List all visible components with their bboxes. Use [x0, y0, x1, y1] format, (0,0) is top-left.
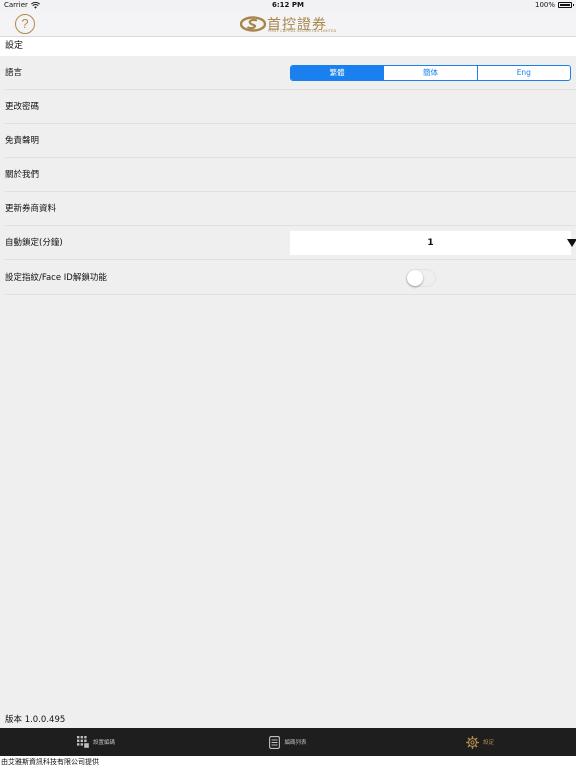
auto-lock-row: 自動鎖定(分鐘) 1	[0, 226, 576, 260]
update-broker-label: 更新券商資料	[5, 204, 57, 214]
language-row: 語言 繁體 簡体 Eng	[0, 56, 576, 90]
settings-title: 設定	[0, 37, 576, 56]
status-bar: Carrier 6:12 PM 100%	[0, 0, 576, 11]
tab-code-list-label: 編碼列表	[284, 740, 307, 746]
change-password-row[interactable]: 更改密碼	[0, 90, 576, 124]
change-password-label: 更改密碼	[5, 102, 40, 112]
disclaimer-label: 免責聲明	[5, 136, 40, 146]
tab-code-list[interactable]: 編碼列表	[192, 728, 384, 756]
disclaimer-row[interactable]: 免責聲明	[0, 124, 576, 158]
help-button[interactable]: ?	[15, 14, 35, 34]
list-icon	[269, 735, 281, 749]
footer-credit: 由艾雅斯資訊科技有限公司提供	[0, 756, 576, 768]
tab-set-code[interactable]: 設置編碼	[0, 728, 192, 756]
auto-lock-label: 自動鎖定(分鐘)	[5, 238, 63, 248]
tab-bar: 設置編碼 編碼列表 設定	[0, 728, 576, 756]
language-option-simplified[interactable]: 簡体	[383, 66, 476, 80]
about-us-row[interactable]: 關於我們	[0, 158, 576, 192]
status-time: 6:12 PM	[272, 1, 304, 9]
grid-icon	[76, 736, 89, 748]
toggle-knob	[407, 270, 423, 286]
biometric-label: 設定指紋/Face ID解鎖功能	[5, 273, 107, 283]
logo-emblem-icon	[240, 16, 266, 32]
language-segmented-control: 繁體 簡体 Eng	[290, 65, 571, 81]
version-label: 版本 1.0.0.495	[5, 715, 66, 725]
auto-lock-picker[interactable]: 1	[290, 231, 576, 255]
battery-info: 100%	[534, 1, 574, 9]
language-option-traditional[interactable]: 繁體	[291, 66, 384, 80]
auto-lock-value: 1	[427, 238, 434, 248]
update-broker-row[interactable]: 更新券商資料	[0, 192, 576, 226]
about-us-label: 關於我們	[5, 170, 40, 180]
tab-settings[interactable]: 設定	[384, 728, 576, 756]
battery-icon	[558, 2, 574, 8]
logo-subtext: FIRST CAPITAL SECURITIES LIMITED	[268, 29, 337, 33]
dropdown-arrow-icon[interactable]	[567, 239, 576, 247]
gear-icon	[465, 735, 479, 749]
brand-logo: 首控證券 FIRST CAPITAL SECURITIES LIMITED	[240, 13, 340, 35]
biometric-toggle[interactable]	[406, 269, 436, 287]
tab-settings-label: 設定	[482, 740, 494, 746]
nav-bar: ? 首控證券 FIRST CAPITAL SECURITIES LIMITED	[0, 11, 576, 37]
battery-percent: 100%	[534, 1, 555, 9]
language-label: 語言	[5, 68, 23, 78]
tab-set-code-label: 設置編碼	[92, 740, 115, 746]
biometric-row: 設定指紋/Face ID解鎖功能	[0, 261, 576, 295]
language-option-english[interactable]: Eng	[476, 66, 570, 80]
